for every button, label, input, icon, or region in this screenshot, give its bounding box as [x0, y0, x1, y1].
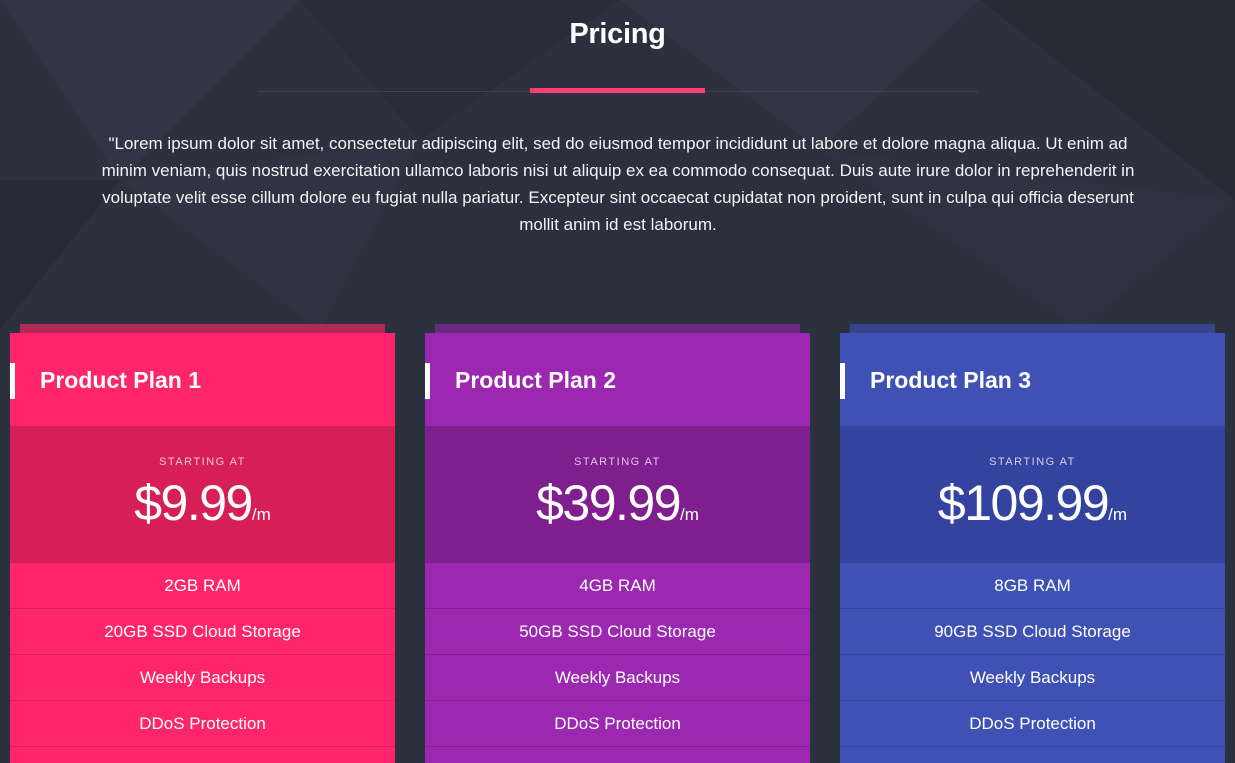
plan-name: Product Plan 2 [455, 367, 617, 393]
feature-item: Weekly Backups [425, 655, 810, 701]
plan-name: Product Plan 3 [870, 367, 1032, 393]
pricing-card: Product Plan 3 STARTING AT $109.99/m 8GB… [840, 324, 1225, 763]
feature-item: Weekly Backups [840, 655, 1225, 701]
starting-at-label: STARTING AT [159, 456, 246, 468]
feature-item: 50GB SSD Cloud Storage [425, 609, 810, 655]
price-amount: $9.99 [134, 475, 253, 531]
price-amount: $109.99 [937, 475, 1110, 531]
starting-at-label: STARTING AT [989, 456, 1076, 468]
card-header: Product Plan 1 [10, 333, 395, 426]
feature-item: DDoS Protection [840, 701, 1225, 747]
price-period: /m [1108, 505, 1128, 524]
pricing-card: Product Plan 2 STARTING AT $39.99/m 4GB … [425, 324, 810, 763]
price-period: /m [251, 505, 271, 524]
card-top-tab [850, 324, 1215, 333]
feature-item: 90GB SSD Cloud Storage [840, 609, 1225, 655]
card-header: Product Plan 3 [840, 333, 1225, 426]
plan-price: $39.99/m [425, 473, 810, 545]
card-top-tab [20, 324, 385, 333]
feature-item: 4GB RAM [425, 563, 810, 609]
header-accent-bar [425, 363, 430, 399]
feature-list: 4GB RAM 50GB SSD Cloud Storage Weekly Back… [425, 563, 810, 747]
card-header: Product Plan 2 [425, 333, 810, 426]
page-title: Pricing [569, 18, 666, 50]
feature-item: 8GB RAM [840, 563, 1225, 609]
plan-price: $9.99/m [10, 473, 395, 545]
card-top-tab [435, 324, 800, 333]
price-amount: $39.99 [536, 475, 681, 531]
title-accent-bar [530, 88, 705, 93]
feature-item: 2GB RAM [10, 563, 395, 609]
plan-name: Product Plan 1 [40, 367, 202, 393]
starting-at-label: STARTING AT [574, 456, 661, 468]
plan-price: $109.99/m [840, 473, 1225, 545]
feature-item: 20GB SSD Cloud Storage [10, 609, 395, 655]
pricing-card: Product Plan 1 STARTING AT $9.99/m 2GB R… [10, 324, 395, 763]
price-period: /m [680, 505, 699, 524]
feature-item: DDoS Protection [10, 701, 395, 747]
feature-item: Weekly Backups [10, 655, 395, 701]
header-accent-bar [10, 363, 15, 399]
header-accent-bar [840, 363, 845, 399]
feature-list: 2GB RAM 20GB SSD Cloud Storage Weekly Back… [10, 563, 395, 747]
feature-item: DDoS Protection [425, 701, 810, 747]
intro-paragraph: "Lorem ipsum dolor sit amet, consectetur… [101, 134, 1135, 234]
feature-list: 8GB RAM 90GB SSD Cloud Storage Weekly Back… [840, 563, 1225, 747]
